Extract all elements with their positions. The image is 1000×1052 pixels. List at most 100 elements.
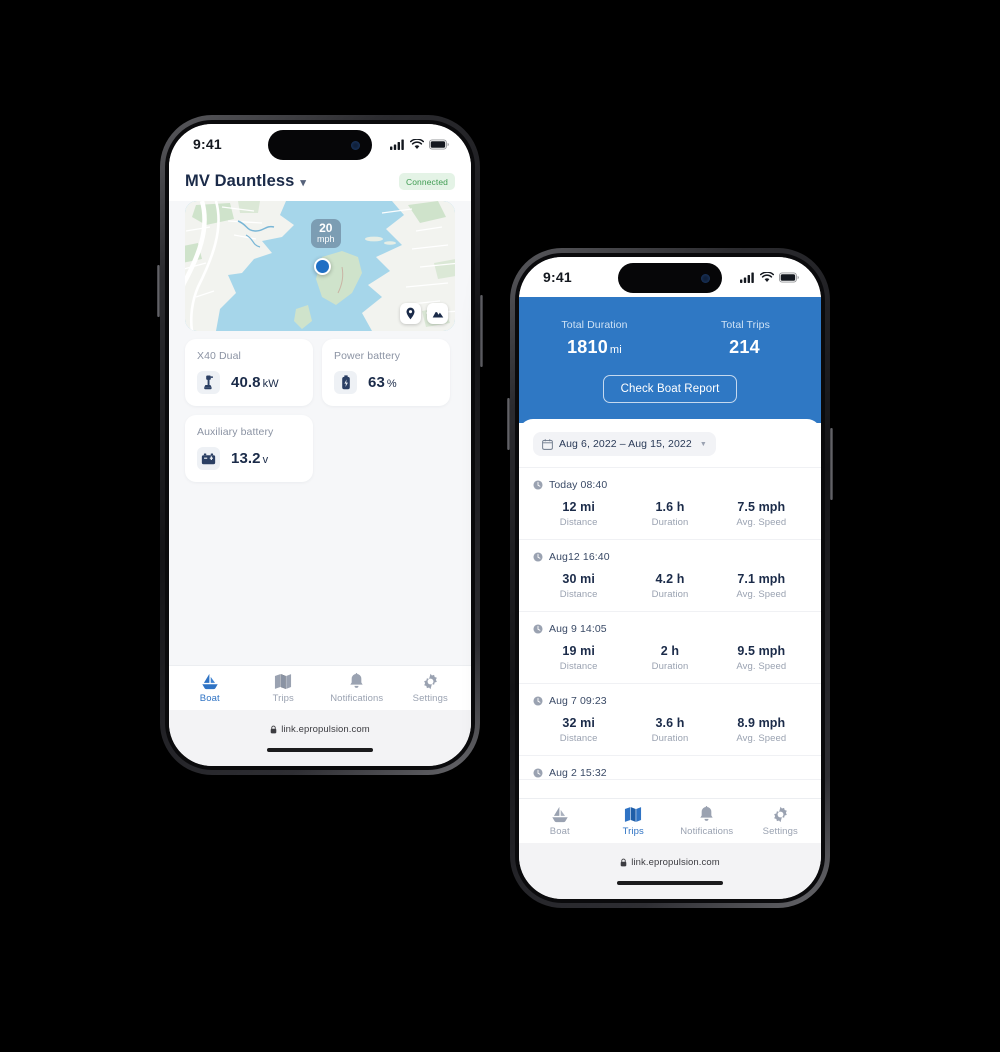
gear-icon — [423, 673, 437, 690]
trip-timestamp: Aug 2 15:32 — [533, 767, 807, 779]
trip-timestamp: Aug 7 09:23 — [533, 695, 807, 707]
clock-icon — [533, 768, 543, 778]
hero-stat-label: Total Duration — [561, 319, 628, 331]
tab-notifications[interactable]: Notifications — [320, 673, 394, 704]
trip-metrics: 12 mi Distance 1.6 h Duration 7.5 mph Av… — [533, 500, 807, 528]
metric-value: 7.5 mph — [737, 500, 786, 514]
stat-card-unit: % — [386, 378, 397, 390]
stat-card-power-battery[interactable]: Power battery 63% — [322, 339, 450, 406]
location-pin-icon[interactable] — [400, 303, 421, 324]
tab-settings[interactable]: Settings — [394, 673, 468, 704]
metric-label: Avg. Speed — [736, 517, 787, 528]
metric-label: Avg. Speed — [736, 733, 787, 744]
metric-value: 12 mi — [562, 500, 595, 514]
status-time: 9:41 — [543, 269, 572, 285]
trip-metric-speed: 9.5 mph Avg. Speed — [716, 644, 807, 672]
trip-row[interactable]: Aug 7 09:23 32 mi Distance 3.6 h Duratio… — [519, 684, 821, 756]
lock-icon — [270, 725, 277, 733]
dynamic-island — [618, 263, 722, 293]
stat-cards: X40 Dual 40.8 kW Power battery 63 % Auxi… — [169, 331, 471, 482]
tab-settings[interactable]: Settings — [744, 806, 818, 837]
trip-time-text: Aug 9 14:05 — [549, 623, 607, 635]
trip-metric-distance: 30 mi Distance — [533, 572, 624, 600]
phone-left-power-button — [480, 295, 483, 367]
date-range-filter[interactable]: Aug 6, 2022 – Aug 15, 2022 ▼ — [533, 432, 716, 456]
status-badge: Connected — [398, 173, 455, 190]
outboard-motor-icon — [197, 371, 220, 394]
boat-selector[interactable]: MV Dauntless ▾ — [185, 172, 306, 191]
map-view[interactable]: 20 mph — [185, 201, 455, 331]
trip-metric-duration: 2 h Duration — [624, 644, 715, 672]
metric-label: Duration — [651, 589, 689, 600]
browser-url-text: link.epropulsion.com — [631, 856, 720, 868]
clock-icon — [533, 480, 543, 490]
hero-stat-total-trips: Total Trips 214 — [670, 319, 821, 358]
phone-right-volume-buttons — [507, 398, 510, 450]
bell-icon — [700, 806, 713, 821]
trip-row[interactable]: Aug12 16:40 30 mi Distance 4.2 h Duratio… — [519, 540, 821, 612]
metric-label: Distance — [559, 733, 598, 744]
home-indicator[interactable] — [617, 881, 723, 885]
phone-right-power-button — [830, 428, 833, 500]
metric-value: 30 mi — [562, 572, 595, 586]
tab-boat[interactable]: Boat — [173, 673, 247, 704]
tab-trips[interactable]: Trips — [247, 673, 321, 704]
metric-value: 32 mi — [562, 716, 595, 730]
browser-url-text: link.epropulsion.com — [281, 723, 370, 735]
tab-label: Boat — [549, 826, 570, 837]
phone-left-bezel: 9:41 MV Dauntless ▾ Connected 20 mph X40… — [165, 120, 475, 770]
metric-label: Avg. Speed — [736, 589, 787, 600]
boat-position-dot — [314, 258, 331, 275]
dynamic-island — [268, 130, 372, 160]
phone-right-bezel: 9:41 Total Duration 1810 mi Total Trips … — [515, 253, 825, 903]
trips-list[interactable]: Today 08:40 12 mi Distance 1.6 h Duratio… — [519, 468, 821, 798]
metric-value: 2 h — [660, 644, 680, 658]
trip-time-text: Today 08:40 — [549, 479, 608, 491]
metric-label: Duration — [651, 661, 689, 672]
tab-label: Boat — [199, 693, 220, 704]
map-controls — [400, 303, 448, 324]
home-indicator[interactable] — [267, 748, 373, 752]
stat-card-label: X40 Dual — [197, 350, 241, 362]
stat-card-unit: v — [262, 454, 269, 466]
check-boat-report-button[interactable]: Check Boat Report — [602, 375, 738, 403]
metric-value: 8.9 mph — [737, 716, 786, 730]
gear-icon — [773, 806, 787, 823]
trip-metric-distance: 19 mi Distance — [533, 644, 624, 672]
date-range-text: Aug 6, 2022 – Aug 15, 2022 — [559, 438, 692, 450]
map-layers-icon[interactable] — [427, 303, 448, 324]
battery-icon — [779, 272, 799, 283]
trip-metric-speed: 7.5 mph Avg. Speed — [716, 500, 807, 528]
metric-value: 1.6 h — [655, 500, 685, 514]
tab-label: Trips — [622, 826, 644, 837]
trip-row[interactable]: Today 08:40 12 mi Distance 1.6 h Duratio… — [519, 468, 821, 540]
trip-metrics: 19 mi Distance 2 h Duration 9.5 mph Avg.… — [533, 644, 807, 672]
map-fold-icon — [275, 674, 292, 689]
speed-value: 20 — [319, 221, 333, 235]
trip-metric-distance: 12 mi Distance — [533, 500, 624, 528]
boat-header: MV Dauntless ▾ Connected — [169, 164, 471, 201]
metric-value: 19 mi — [562, 644, 595, 658]
stat-card-unit: kW — [262, 378, 279, 390]
tab-trips[interactable]: Trips — [597, 806, 671, 837]
wifi-icon — [760, 271, 774, 282]
trip-metric-duration: 4.2 h Duration — [624, 572, 715, 600]
speed-indicator: 20 mph — [311, 219, 341, 249]
chevron-down-icon: ▾ — [300, 177, 307, 189]
tab-notifications[interactable]: Notifications — [670, 806, 744, 837]
stat-card-motor[interactable]: X40 Dual 40.8 kW — [185, 339, 313, 406]
trip-metrics: 30 mi Distance 4.2 h Duration 7.1 mph Av… — [533, 572, 807, 600]
lock-icon — [620, 858, 627, 866]
browser-url-bar[interactable]: link.epropulsion.com — [169, 710, 471, 748]
hero-stat-total-duration: Total Duration 1810 mi — [519, 319, 670, 358]
chevron-down-icon: ▼ — [699, 440, 707, 448]
trip-row[interactable]: Aug 2 15:32 — [519, 756, 821, 780]
browser-url-bar[interactable]: link.epropulsion.com — [519, 843, 821, 881]
tab-label: Settings — [412, 693, 448, 704]
wifi-icon — [410, 138, 424, 149]
trip-row[interactable]: Aug 9 14:05 19 mi Distance 2 h Duration — [519, 612, 821, 684]
metric-label: Duration — [651, 733, 689, 744]
hero-stats: Total Duration 1810 mi Total Trips 214 — [519, 319, 821, 358]
tab-boat[interactable]: Boat — [523, 806, 597, 837]
stat-card-auxiliary-battery[interactable]: Auxiliary battery 13.2 v — [185, 415, 313, 482]
